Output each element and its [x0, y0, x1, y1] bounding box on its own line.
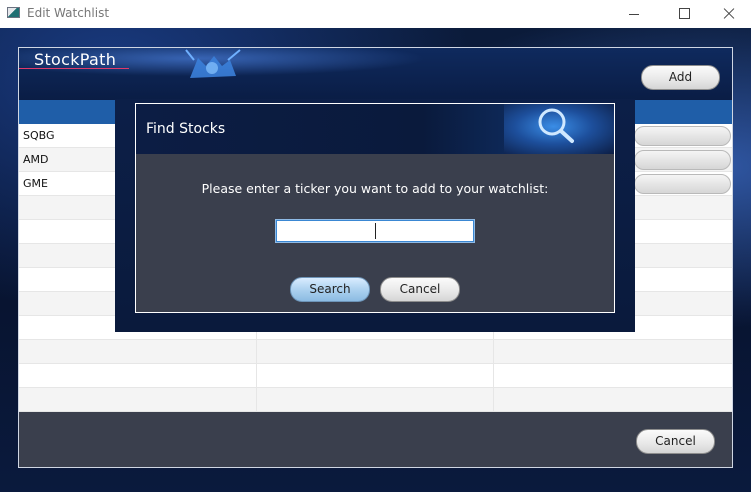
- remove-button[interactable]: [634, 174, 731, 194]
- find-stocks-dialog: Find Stocks Please enter a ticker you wa…: [135, 103, 615, 313]
- dialog-header: Find Stocks: [136, 104, 614, 154]
- cancel-button[interactable]: Cancel: [636, 429, 715, 454]
- table-row: [19, 388, 732, 412]
- remove-button[interactable]: [634, 126, 731, 146]
- search-button[interactable]: Search: [290, 277, 370, 302]
- window-titlebar: Edit Watchlist: [0, 0, 751, 28]
- magnifier-icon: [538, 108, 574, 143]
- add-button[interactable]: Add: [641, 65, 720, 90]
- dialog-prompt: Please enter a ticker you want to add to…: [201, 181, 549, 196]
- app-icon: [7, 7, 20, 18]
- ticker-cell: SQBG: [23, 129, 55, 142]
- brand-underline: [19, 68, 129, 69]
- table-row: [19, 340, 732, 364]
- dialog-banner: [504, 104, 614, 154]
- close-icon[interactable]: [719, 5, 739, 23]
- window-title: Edit Watchlist: [27, 6, 110, 20]
- brand-title: StockPath: [34, 50, 117, 69]
- minimize-icon[interactable]: [624, 5, 644, 23]
- bull-logo-icon: [185, 49, 241, 78]
- remove-button[interactable]: [634, 150, 731, 170]
- text-caret: [375, 223, 376, 239]
- table-row: [19, 364, 732, 388]
- maximize-icon[interactable]: [674, 5, 694, 23]
- panel-header: StockPath Add: [19, 48, 732, 100]
- dialog-title: Find Stocks: [146, 121, 226, 137]
- dialog-cancel-button[interactable]: Cancel: [380, 277, 460, 302]
- ticker-cell: GME: [23, 177, 48, 190]
- ticker-cell: AMD: [23, 153, 49, 166]
